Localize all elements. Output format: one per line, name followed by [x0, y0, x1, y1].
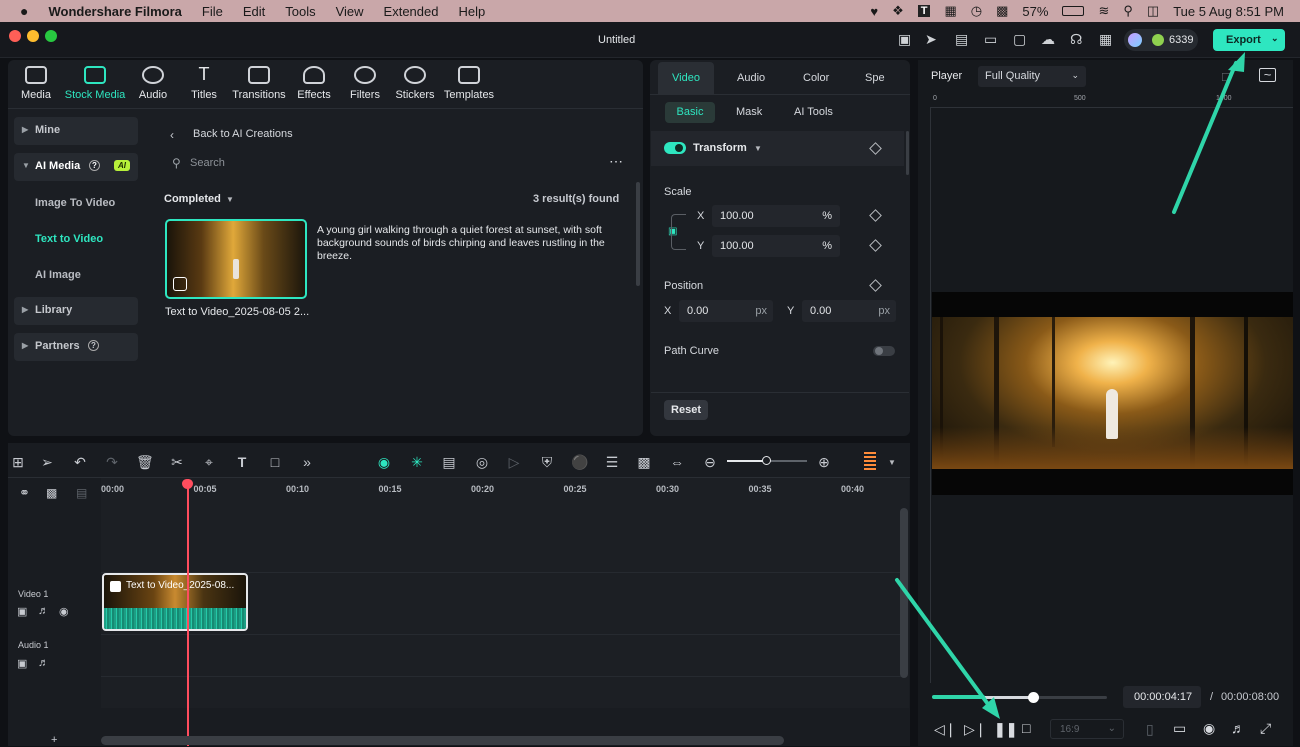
- annotation-arrows: [895, 52, 1245, 719]
- arrowhead: [1228, 52, 1245, 72]
- arrow-to-pause: [895, 578, 995, 713]
- arrow-to-export: [1172, 61, 1238, 214]
